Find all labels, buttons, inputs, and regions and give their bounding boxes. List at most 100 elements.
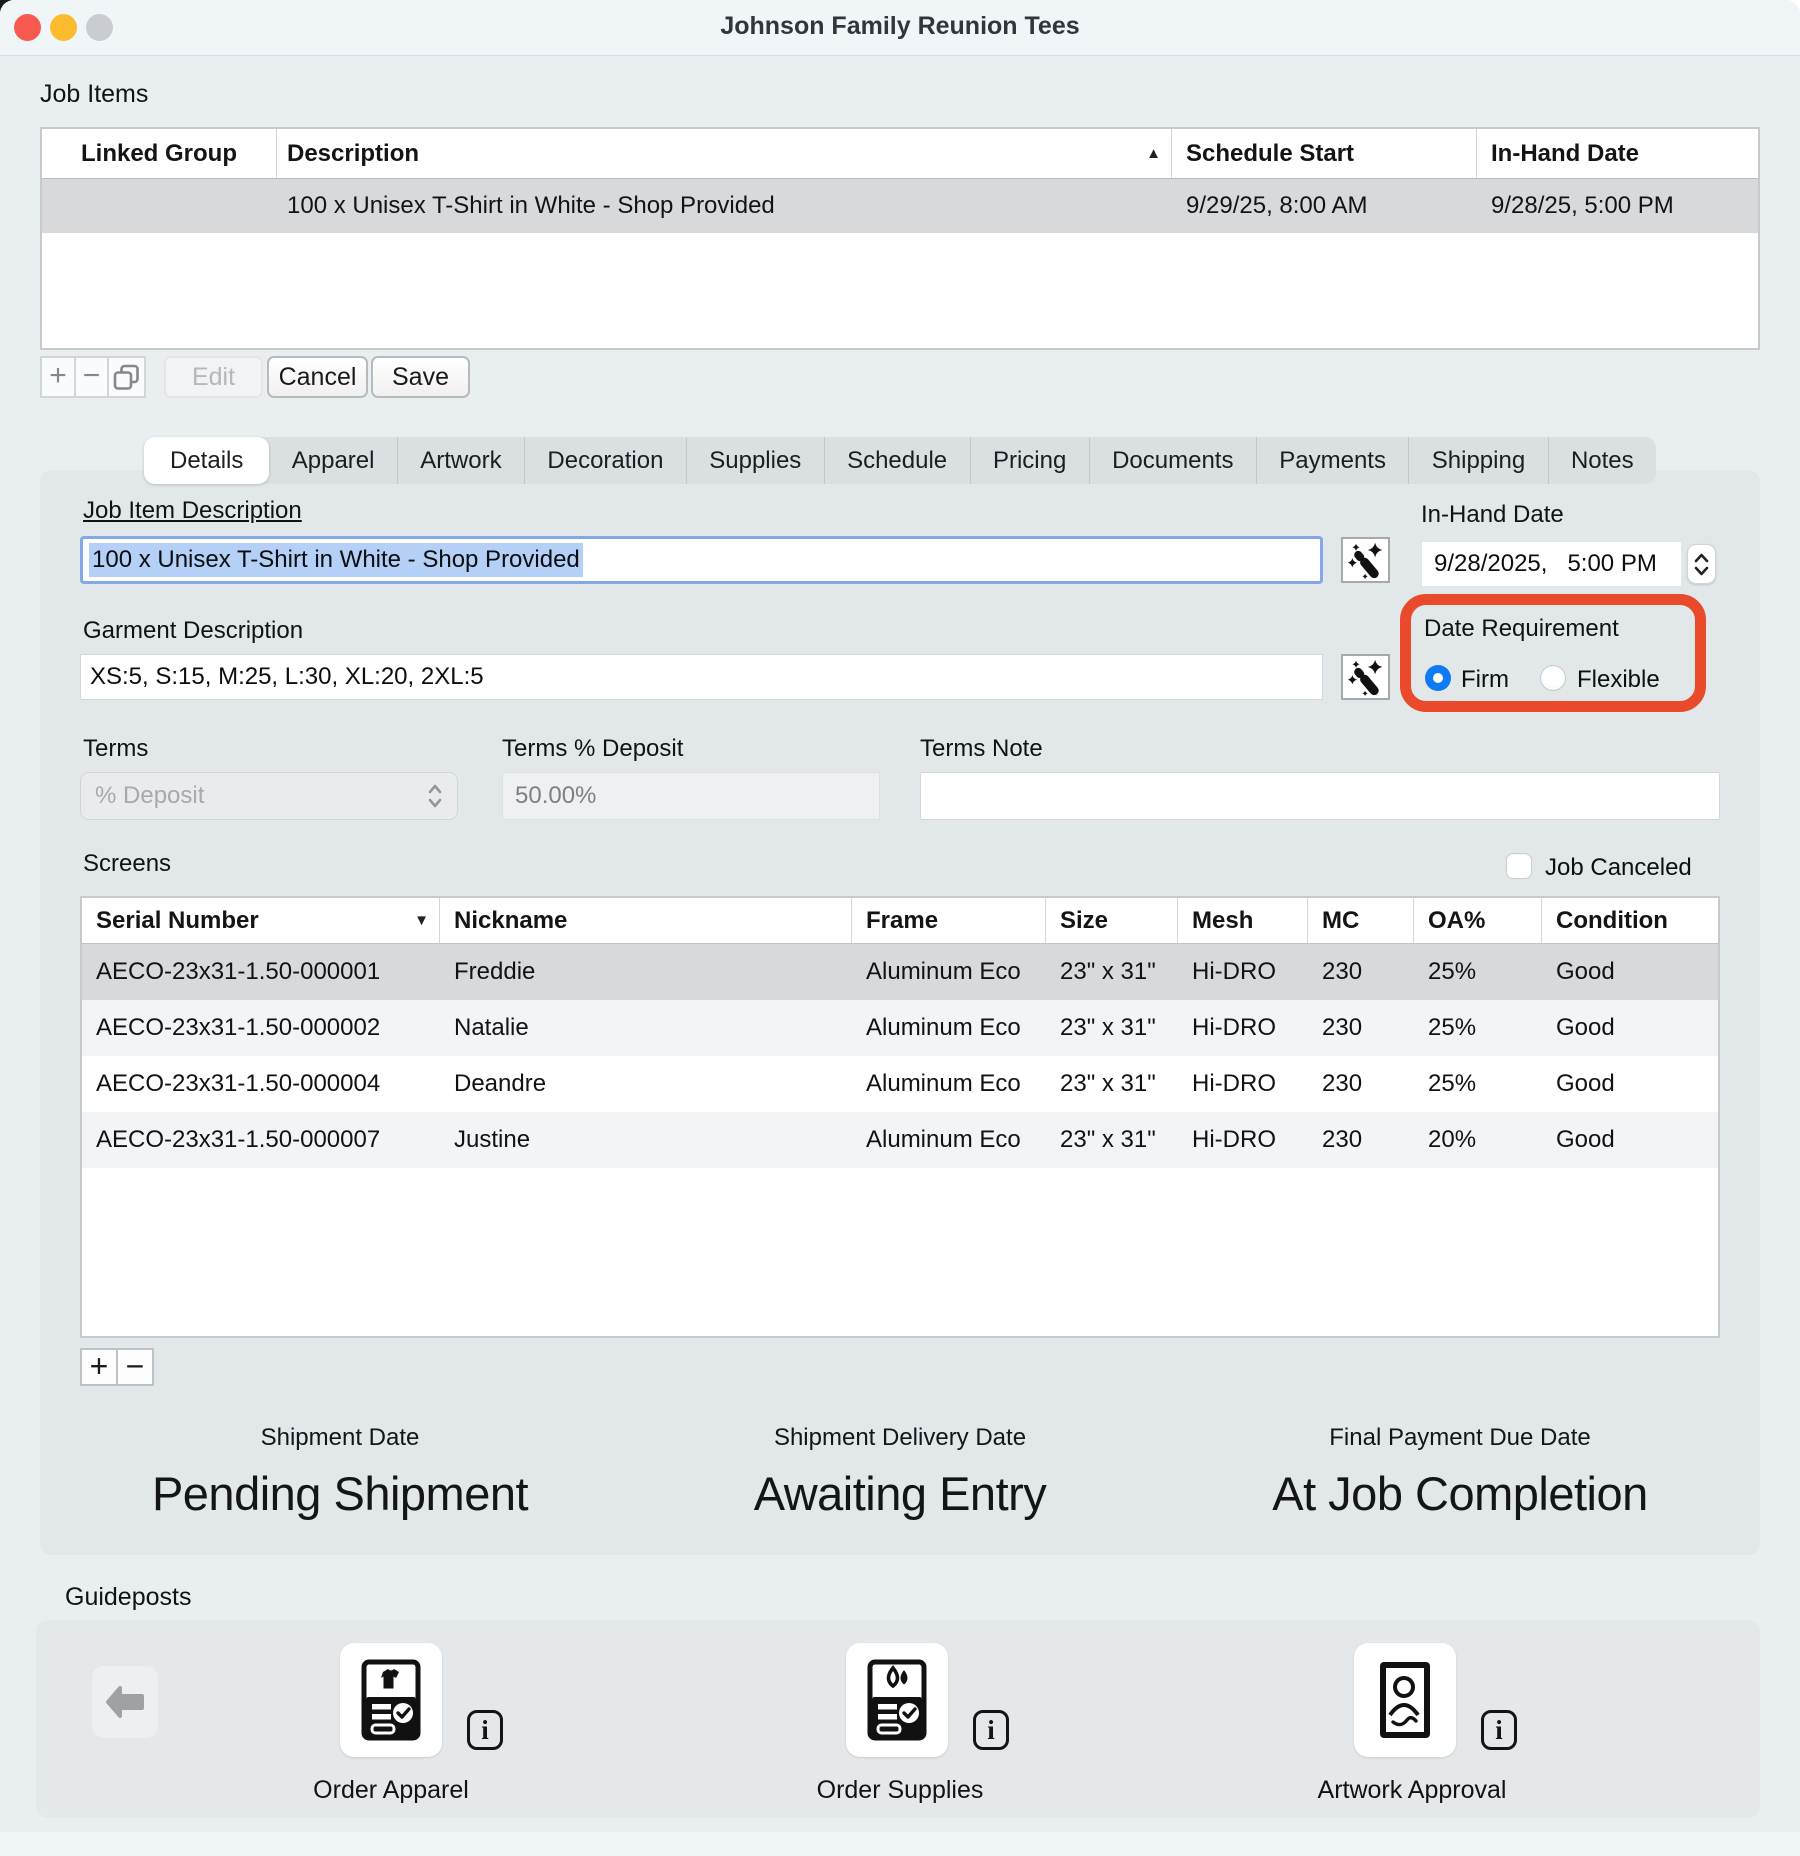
column-header-oa[interactable]: OA% [1414, 898, 1542, 943]
radio-firm-label: Firm [1461, 666, 1509, 694]
job-canceled-checkbox[interactable] [1506, 853, 1532, 879]
back-arrow-icon [103, 1684, 147, 1720]
terms-note-label: Terms Note [920, 735, 1043, 763]
column-header-in-hand-date[interactable]: In-Hand Date [1477, 129, 1762, 178]
table-row[interactable]: AECO-23x31-1.50-000001 Freddie Aluminum … [82, 944, 1718, 1000]
tab-details[interactable]: Details [144, 437, 269, 484]
in-hand-date-label: In-Hand Date [1421, 501, 1564, 529]
order-apparel-label: Order Apparel [241, 1776, 541, 1805]
tab-decoration[interactable]: Decoration [524, 437, 686, 484]
duplicate-icon [113, 364, 140, 391]
screens-table-header: Serial Number ▼ Nickname Frame Size Mesh… [82, 898, 1718, 944]
magic-wand-icon [1345, 540, 1387, 580]
terms-select[interactable]: % Deposit [80, 772, 458, 820]
artwork-approval-icon [1375, 1659, 1435, 1741]
selected-text: 100 x Unisex T-Shirt in White - Shop Pro… [89, 543, 583, 577]
date-requirement-label: Date Requirement [1424, 615, 1619, 643]
cell-description: 100 x Unisex T-Shirt in White - Shop Pro… [277, 179, 1172, 233]
radio-flexible-label: Flexible [1577, 666, 1660, 694]
table-row[interactable]: 100 x Unisex T-Shirt in White - Shop Pro… [42, 179, 1758, 233]
in-hand-date-value: 9/28/2025, [1434, 550, 1547, 578]
column-header-size[interactable]: Size [1046, 898, 1178, 943]
title-bar: Johnson Family Reunion Tees [0, 0, 1800, 56]
order-supplies-label: Order Supplies [750, 1776, 1050, 1805]
order-supplies-button[interactable] [846, 1643, 948, 1757]
shipment-delivery-date-status: Shipment Delivery Date Awaiting Entry [640, 1424, 1160, 1521]
terms-label: Terms [83, 735, 148, 763]
garment-description-label: Garment Description [83, 617, 303, 645]
order-apparel-button[interactable] [340, 1643, 442, 1757]
tab-shipping[interactable]: Shipping [1408, 437, 1547, 484]
shipment-delivery-date-value: Awaiting Entry [640, 1466, 1160, 1521]
window-bottom-margin [0, 1832, 1800, 1856]
in-hand-date-input[interactable]: 9/28/2025, 5:00 PM [1421, 541, 1682, 587]
save-button[interactable]: Save [371, 356, 470, 398]
column-header-linked-group[interactable]: Linked Group [42, 129, 277, 178]
guideposts-back-button[interactable] [92, 1666, 158, 1738]
shipment-date-value: Pending Shipment [80, 1466, 600, 1521]
autofill-wand-button[interactable] [1341, 537, 1390, 583]
column-header-frame[interactable]: Frame [852, 898, 1046, 943]
job-item-description-label: Job Item Description [83, 497, 302, 525]
screens-section-label: Screens [83, 850, 171, 878]
tab-schedule[interactable]: Schedule [824, 437, 970, 484]
add-screen-button[interactable]: + [80, 1348, 118, 1386]
job-items-table-header: Linked Group Description ▲ Schedule Star… [42, 129, 1758, 179]
screens-table: Serial Number ▼ Nickname Frame Size Mesh… [80, 896, 1720, 1338]
column-header-nickname[interactable]: Nickname [440, 898, 852, 943]
job-items-section-label: Job Items [40, 80, 148, 109]
add-job-item-button[interactable]: + [40, 356, 76, 398]
column-header-schedule-start[interactable]: Schedule Start [1172, 129, 1477, 178]
radio-firm[interactable] [1425, 665, 1451, 691]
terms-deposit-input[interactable]: 50.00% [502, 772, 880, 820]
artwork-approval-info-button[interactable]: i [1481, 1710, 1517, 1750]
tab-apparel[interactable]: Apparel [269, 437, 397, 484]
order-supplies-icon [867, 1659, 927, 1741]
tab-payments[interactable]: Payments [1256, 437, 1409, 484]
tab-notes[interactable]: Notes [1548, 437, 1656, 484]
tab-supplies[interactable]: Supplies [686, 437, 824, 484]
shipment-date-status: Shipment Date Pending Shipment [80, 1424, 600, 1521]
sort-descending-icon: ▼ [414, 912, 439, 929]
autofill-wand-button[interactable] [1341, 654, 1390, 700]
order-supplies-info-button[interactable]: i [973, 1710, 1009, 1750]
duplicate-job-item-button[interactable] [107, 356, 146, 398]
app-window: Johnson Family Reunion Tees Job Items Li… [0, 0, 1800, 1856]
cancel-button[interactable]: Cancel [267, 356, 368, 398]
job-items-table: Linked Group Description ▲ Schedule Star… [40, 127, 1760, 350]
job-item-description-input[interactable]: 100 x Unisex T-Shirt in White - Shop Pro… [80, 536, 1323, 584]
in-hand-time-value: 5:00 PM [1567, 550, 1656, 578]
garment-description-input[interactable]: XS:5, S:15, M:25, L:30, XL:20, 2XL:5 [80, 654, 1323, 700]
table-row[interactable]: AECO-23x31-1.50-000007 Justine Aluminum … [82, 1112, 1718, 1168]
artwork-approval-label: Artwork Approval [1262, 1776, 1562, 1805]
cell-linked-group [42, 179, 277, 233]
cell-schedule-start: 9/29/25, 8:00 AM [1172, 179, 1477, 233]
table-row[interactable]: AECO-23x31-1.50-000002 Natalie Aluminum … [82, 1000, 1718, 1056]
order-apparel-info-button[interactable]: i [467, 1710, 503, 1750]
select-chevrons-icon [427, 783, 443, 809]
terms-note-input[interactable] [920, 772, 1720, 820]
magic-wand-icon [1345, 657, 1387, 697]
column-header-mesh[interactable]: Mesh [1178, 898, 1308, 943]
column-header-condition[interactable]: Condition [1542, 898, 1718, 943]
shipment-delivery-date-label: Shipment Delivery Date [640, 1424, 1160, 1452]
tab-artwork[interactable]: Artwork [397, 437, 524, 484]
guideposts-section-label: Guideposts [65, 1583, 191, 1612]
radio-flexible[interactable] [1540, 665, 1566, 691]
tab-pricing[interactable]: Pricing [970, 437, 1089, 484]
artwork-approval-button[interactable] [1354, 1643, 1456, 1757]
final-payment-due-date-label: Final Payment Due Date [1180, 1424, 1740, 1452]
remove-screen-button[interactable]: − [116, 1348, 154, 1386]
column-header-description[interactable]: Description ▲ [277, 129, 1172, 178]
in-hand-date-stepper[interactable] [1687, 544, 1716, 584]
remove-job-item-button[interactable]: − [74, 356, 109, 398]
tab-documents[interactable]: Documents [1089, 437, 1256, 484]
column-header-mc[interactable]: MC [1308, 898, 1414, 943]
table-row[interactable]: AECO-23x31-1.50-000004 Deandre Aluminum … [82, 1056, 1718, 1112]
column-header-serial-number[interactable]: Serial Number ▼ [82, 898, 440, 943]
edit-button[interactable]: Edit [164, 356, 263, 398]
cell-in-hand-date: 9/28/25, 5:00 PM [1477, 179, 1762, 233]
window-title: Johnson Family Reunion Tees [0, 12, 1800, 41]
terms-deposit-label: Terms % Deposit [502, 735, 683, 763]
final-payment-due-date-status: Final Payment Due Date At Job Completion [1180, 1424, 1740, 1521]
